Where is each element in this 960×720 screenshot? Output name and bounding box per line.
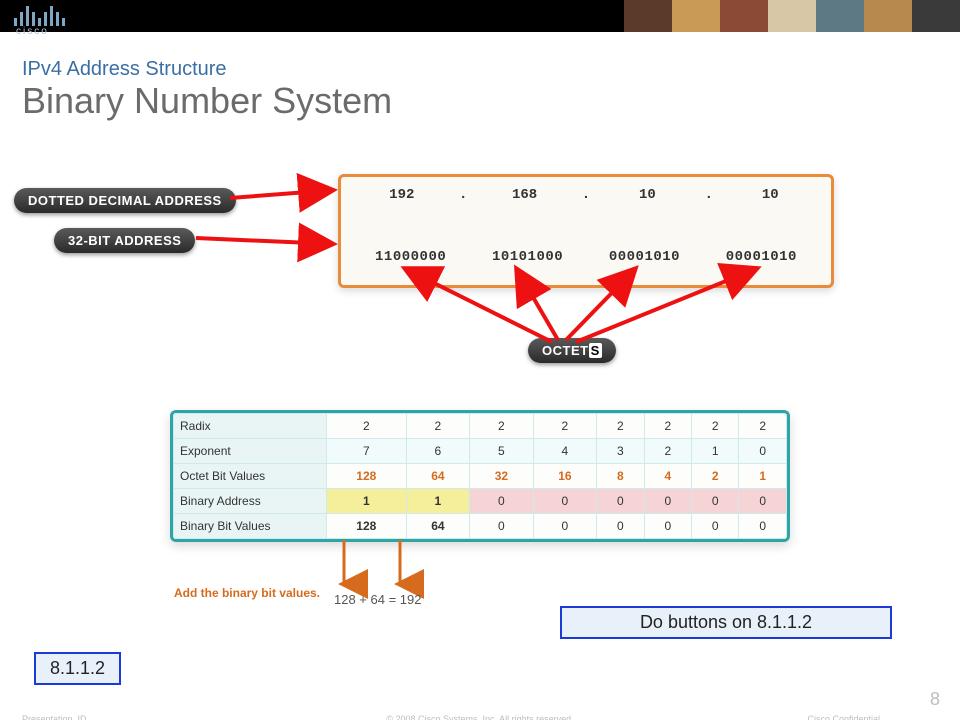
page-number: 8 — [930, 689, 940, 710]
sum-equation: 128 + 64 = 192 — [334, 592, 421, 607]
add-note: Add the binary bit values. — [170, 586, 320, 600]
callout-reference: 8.1.1.2 — [34, 652, 121, 685]
footer-confidential: Cisco Confidential — [807, 714, 880, 720]
callout-do-buttons: Do buttons on 8.1.1.2 — [560, 606, 892, 639]
